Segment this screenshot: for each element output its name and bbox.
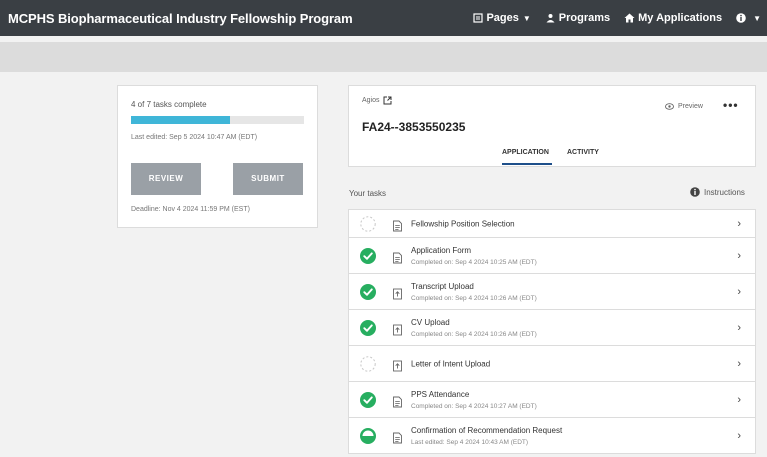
task-row[interactable]: Application Form Completed on: Sep 4 2024… (348, 238, 756, 274)
programs-icon (546, 14, 555, 23)
task-status-text: Last edited: Sep 4 2024 10:43 AM (EDT) (411, 439, 529, 446)
nav-my-applications[interactable]: My Applications (624, 12, 722, 24)
eye-icon (665, 103, 674, 110)
task-name: Application Form (411, 246, 472, 255)
chevron-right-icon: › (737, 285, 741, 298)
document-icon (393, 430, 402, 443)
main-nav: Pages ▼ Programs My Applications ▼ (459, 0, 767, 36)
task-status-text: Completed on: Sep 4 2024 10:26 AM (EDT) (411, 331, 537, 338)
chevron-right-icon: › (737, 217, 741, 230)
your-tasks-heading: Your tasks (349, 189, 387, 198)
top-navbar: MCPHS Biopharmaceutical Industry Fellows… (0, 0, 767, 36)
nav-programs-label: Programs (558, 12, 611, 24)
task-name: PPS Attendance (411, 390, 470, 399)
half-circle-icon (360, 427, 376, 444)
chevron-right-icon: › (737, 393, 741, 406)
nav-my-applications-label: My Applications (638, 12, 723, 24)
document-icon (393, 250, 402, 263)
nav-pages-label: Pages (486, 12, 519, 24)
chevron-right-icon: › (737, 429, 741, 442)
review-button[interactable]: REVIEW (131, 163, 201, 195)
chevron-down-icon: ▼ (522, 13, 531, 23)
progress-bar (131, 116, 304, 124)
chevron-down-icon: ▼ (753, 13, 761, 23)
info-icon (736, 13, 746, 23)
tasks-complete-text: 4 of 7 tasks complete (131, 100, 207, 109)
nav-account-menu[interactable]: ▼ (736, 13, 761, 23)
progress-card: 4 of 7 tasks complete Last edited: Sep 5… (117, 85, 318, 228)
empty-circle-icon (360, 215, 376, 232)
chevron-right-icon: › (737, 249, 741, 262)
chevron-right-icon: › (737, 321, 741, 334)
task-name: Letter of Intent Upload (411, 359, 491, 368)
external-link-icon (383, 96, 392, 105)
document-icon (393, 218, 402, 231)
tab-application[interactable]: APPLICATION (502, 149, 549, 156)
task-list: Fellowship Position Selection › Applicatio… (348, 209, 756, 454)
submit-button[interactable]: SUBMIT (233, 163, 303, 195)
task-status-text: Completed on: Sep 4 2024 10:26 AM (EDT) (411, 295, 537, 302)
check-circle-icon (360, 391, 376, 408)
progress-bar-fill (131, 116, 230, 124)
deadline-text: Deadline: Nov 4 2024 11:59 PM (EST) (131, 206, 250, 213)
document-icon (393, 394, 402, 407)
task-row[interactable]: Transcript Upload Completed on: Sep 4 202… (348, 274, 756, 310)
subheader-bar (0, 42, 767, 72)
check-circle-icon (360, 319, 376, 336)
task-status-text: Completed on: Sep 4 2024 10:25 AM (EDT) (411, 259, 537, 266)
preview-label: Preview (678, 103, 703, 110)
organization-name: Agios (362, 97, 380, 104)
task-row[interactable]: CV Upload Completed on: Sep 4 2024 10:26 … (348, 310, 756, 346)
task-row[interactable]: Fellowship Position Selection › (348, 209, 756, 238)
task-status-text: Completed on: Sep 4 2024 10:27 AM (EDT) (411, 403, 537, 410)
nav-pages[interactable]: Pages ▼ (473, 12, 531, 24)
application-id: FA24--3853550235 (362, 120, 466, 134)
check-circle-icon (360, 247, 376, 264)
task-name: CV Upload (411, 318, 450, 327)
last-edited-text: Last edited: Sep 5 2024 10:47 AM (EDT) (131, 134, 258, 141)
check-circle-icon (360, 283, 376, 300)
task-name: Confirmation of Recommendation Request (411, 426, 563, 435)
chevron-right-icon: › (737, 357, 741, 370)
organization-link[interactable]: Agios (362, 96, 392, 105)
upload-icon (393, 358, 402, 371)
preview-link[interactable]: Preview (665, 103, 703, 110)
task-row[interactable]: Letter of Intent Upload › (348, 346, 756, 382)
task-name: Transcript Upload (411, 282, 474, 291)
task-row[interactable]: PPS Attendance Completed on: Sep 4 2024 1… (348, 382, 756, 418)
instructions-label: Instructions (704, 187, 745, 197)
home-icon (624, 13, 635, 23)
nav-programs[interactable]: Programs (545, 12, 610, 24)
program-title[interactable]: MCPHS Biopharmaceutical Industry Fellows… (0, 11, 353, 26)
more-options-button[interactable]: ••• (723, 98, 739, 112)
tab-activity[interactable]: ACTIVITY (567, 149, 599, 156)
active-tab-indicator (502, 163, 552, 165)
empty-circle-icon (360, 355, 376, 372)
upload-icon (393, 286, 402, 299)
task-name: Fellowship Position Selection (411, 219, 515, 228)
task-row[interactable]: Confirmation of Recommendation Request La… (348, 418, 756, 454)
application-card: Agios Preview ••• FA24--3853550235 APPLI… (348, 85, 756, 167)
info-icon (690, 187, 700, 197)
upload-icon (393, 322, 402, 335)
instructions-link[interactable]: Instructions (690, 187, 745, 197)
pages-icon (473, 13, 484, 23)
